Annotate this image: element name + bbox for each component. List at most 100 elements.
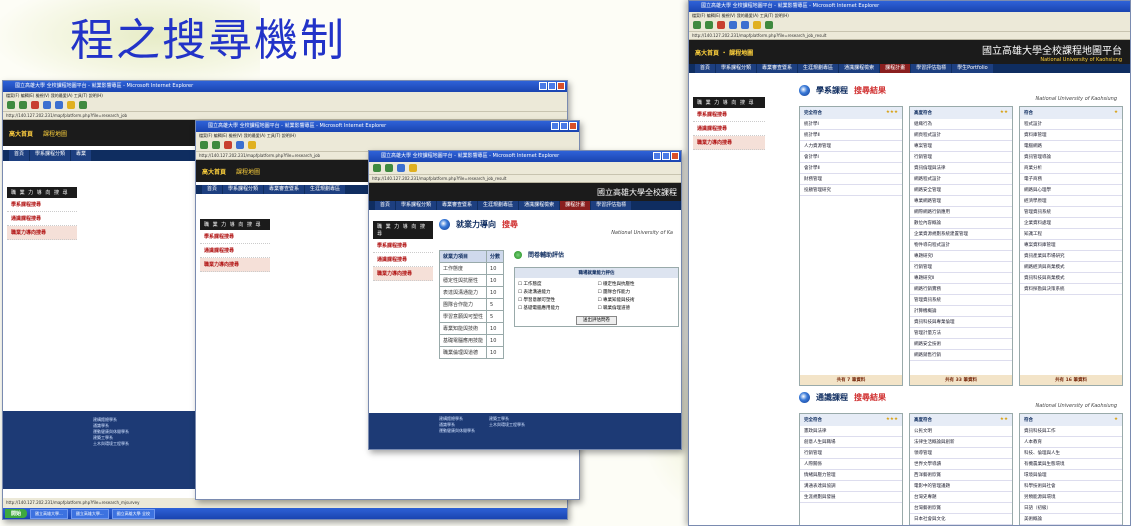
nav-item[interactable]: 學生Portfolio — [952, 64, 993, 73]
result-course-item[interactable]: 台灣藝術欣賞 — [910, 503, 1012, 514]
nav-item[interactable]: 生涯規劃專區 — [478, 201, 519, 210]
nav-item[interactable]: 學系課程分類 — [396, 201, 437, 210]
taskbar-item[interactable]: 國立高雄大學... — [70, 508, 109, 519]
stop-icon[interactable] — [224, 141, 232, 149]
title-bar[interactable]: 國立高雄大學 全校課程地圖平台 - 就業影響專區 - Microsoft Int… — [196, 121, 579, 132]
result-course-item[interactable]: 經濟學原理 — [1020, 196, 1122, 207]
result-course-item[interactable]: 管理資訊系統 — [910, 295, 1012, 306]
stop-icon[interactable] — [717, 21, 725, 29]
result-course-item[interactable]: 資訊科技與商業模式 — [1020, 273, 1122, 284]
sidebar-item-dept[interactable]: 學系課程搜尋 — [7, 198, 77, 212]
result-course-item[interactable]: 美術概論 — [1020, 514, 1122, 525]
result-course-item[interactable]: 電腦網路 — [1020, 141, 1122, 152]
result-course-item[interactable]: 專案資料庫管理 — [1020, 240, 1122, 251]
taskbar-item[interactable]: 國立高雄大學... — [30, 508, 68, 519]
result-course-item[interactable]: 會計學Ⅰ — [800, 152, 902, 163]
sidebar-item-career[interactable]: 職業力導向搜尋 — [200, 258, 270, 272]
result-course-item[interactable]: 世界文學導讀 — [910, 459, 1012, 470]
nav-item[interactable]: 首頁 — [202, 185, 223, 194]
title-bar[interactable]: 國立高雄大學 全校課程地圖平台 - 就業影響專區 - Microsoft Int… — [689, 1, 1130, 12]
result-course-item[interactable]: 網頁程式設計 — [910, 130, 1012, 141]
sidebar-item-general[interactable]: 通識課程搜尋 — [693, 122, 765, 136]
result-course-item[interactable]: 生涯規劃與發展 — [800, 492, 902, 503]
result-course-item[interactable]: 商業分析 — [1020, 163, 1122, 174]
result-course-item[interactable]: 溝通表達與協調 — [800, 481, 902, 492]
forward-icon[interactable] — [19, 101, 27, 109]
result-course-item[interactable]: 電影中的管理議題 — [910, 481, 1012, 492]
result-course-item[interactable]: 領導管理 — [910, 448, 1012, 459]
result-course-item[interactable]: 資料庫管理 — [1020, 130, 1122, 141]
result-course-item[interactable]: 專案管理 — [910, 141, 1012, 152]
result-course-item[interactable]: 法律生活概論與創新 — [910, 437, 1012, 448]
favorites-icon[interactable] — [409, 164, 417, 172]
result-course-item[interactable]: 資訊產業與市場研究 — [1020, 251, 1122, 262]
menu-bar[interactable]: 檔案(F) 編輯(E) 檢視(V) 我的最愛(A) 工具(T) 說明(H) — [689, 12, 1130, 19]
result-course-item[interactable]: 企業資源規劃系統建置管理 — [910, 229, 1012, 240]
result-course-item[interactable]: 專題研究Ⅱ — [910, 273, 1012, 284]
back-icon[interactable] — [7, 101, 15, 109]
sidebar-item-career[interactable]: 職業力導向搜尋 — [373, 267, 433, 281]
result-course-item[interactable]: 資訊科技與專業倫理 — [910, 317, 1012, 328]
maximize-icon[interactable] — [548, 82, 556, 90]
history-icon[interactable] — [765, 21, 773, 29]
result-course-item[interactable]: 資訊管理導論 — [1020, 152, 1122, 163]
nav-item[interactable]: 課程計畫 — [880, 64, 911, 73]
result-course-item[interactable]: 台灣史專題 — [910, 492, 1012, 503]
favorites-icon[interactable] — [753, 21, 761, 29]
result-course-item[interactable]: 網路安全技術 — [910, 339, 1012, 350]
start-button[interactable]: 開始 — [5, 509, 28, 518]
sidebar-item-general[interactable]: 通識課程搜尋 — [373, 253, 433, 267]
result-course-item[interactable]: 網路經濟與商業模式 — [1020, 262, 1122, 273]
sidebar-item-dept[interactable]: 學系課程搜尋 — [200, 230, 270, 244]
checkbox-option[interactable]: ☐ 穩定性與抗壓性 — [598, 281, 675, 287]
stop-icon[interactable] — [31, 101, 39, 109]
browser-window-3[interactable]: 國立高雄大學 全校課程地圖平台 - 就業影響專區 - Microsoft Int… — [368, 150, 682, 450]
nav-item[interactable]: 學系課程分類 — [223, 185, 264, 194]
sidebar-item-career[interactable]: 職業力導向搜尋 — [7, 226, 77, 240]
result-course-item[interactable]: 管理資訊系統 — [1020, 207, 1122, 218]
nav-item[interactable]: 專業 — [71, 150, 92, 161]
result-course-item[interactable]: 統計學Ⅰ — [800, 119, 902, 130]
minimize-icon[interactable] — [653, 152, 661, 160]
maximize-icon[interactable] — [560, 122, 568, 130]
nav-item[interactable]: 學系課程分類 — [716, 64, 757, 73]
minimize-icon[interactable] — [551, 122, 559, 130]
result-course-item[interactable]: 網路安全管理 — [910, 185, 1012, 196]
menu-bar[interactable]: 檔案(F) 編輯(E) 檢視(V) 我的最愛(A) 工具(T) 說明(H) — [196, 132, 579, 139]
menu-bar[interactable]: 檔案(F) 編輯(E) 檢視(V) 我的最愛(A) 工具(T) 說明(H) — [3, 92, 567, 99]
nav-item[interactable]: 專業審查暨系 — [757, 64, 798, 73]
result-course-item[interactable]: 網路程式設計 — [910, 174, 1012, 185]
result-course-item[interactable]: 科技、倫理與人生 — [1020, 448, 1122, 459]
result-course-item[interactable]: 數位內容概論 — [910, 218, 1012, 229]
result-course-item[interactable]: 有機農業與生態環境 — [1020, 459, 1122, 470]
nav-item[interactable]: 學習評估指標 — [591, 201, 632, 210]
title-bar[interactable]: 國立高雄大學 全校課程地圖平台 - 就業影響專區 - Microsoft Int… — [369, 151, 681, 162]
result-course-item[interactable]: 統計學Ⅱ — [800, 130, 902, 141]
result-course-item[interactable]: 人本教育 — [1020, 437, 1122, 448]
refresh-icon[interactable] — [397, 164, 405, 172]
result-course-item[interactable]: 物件導向程式設計 — [910, 240, 1012, 251]
nav-item[interactable]: 專業審查暨系 — [437, 201, 478, 210]
nav-item[interactable]: 生涯規劃專區 — [305, 185, 346, 194]
result-course-item[interactable]: 憲政與法律 — [800, 426, 902, 437]
nav-item[interactable]: 學系課程分類 — [30, 150, 71, 161]
result-course-item[interactable]: 人際關係 — [800, 459, 902, 470]
title-bar[interactable]: 國立高雄大學 全校課程地圖平台 - 就業影響專區 - Microsoft Int… — [3, 81, 567, 92]
result-course-item[interactable]: 網路行銷實務 — [910, 284, 1012, 295]
result-course-item[interactable]: 另類能源與環境 — [1020, 492, 1122, 503]
back-icon[interactable] — [693, 21, 701, 29]
result-course-item[interactable]: 組織行為 — [910, 119, 1012, 130]
minimize-icon[interactable] — [539, 82, 547, 90]
result-course-item[interactable]: 日本社會與文化 — [910, 514, 1012, 525]
result-course-item[interactable]: 人力資源管理 — [800, 141, 902, 152]
result-course-item[interactable]: 知識工程 — [1020, 229, 1122, 240]
result-course-item[interactable]: 企業資料處理 — [1020, 218, 1122, 229]
close-icon[interactable] — [569, 122, 577, 130]
result-course-item[interactable]: 投顧管理研究 — [800, 185, 902, 196]
refresh-icon[interactable] — [43, 101, 51, 109]
result-course-item[interactable]: 科學技術與社會 — [1020, 481, 1122, 492]
nav-item[interactable]: 通識課程檢索 — [519, 201, 560, 210]
result-course-item[interactable]: 日語（初級） — [1020, 503, 1122, 514]
sidebar-item-dept[interactable]: 學系課程搜尋 — [373, 239, 433, 253]
close-icon[interactable] — [557, 82, 565, 90]
